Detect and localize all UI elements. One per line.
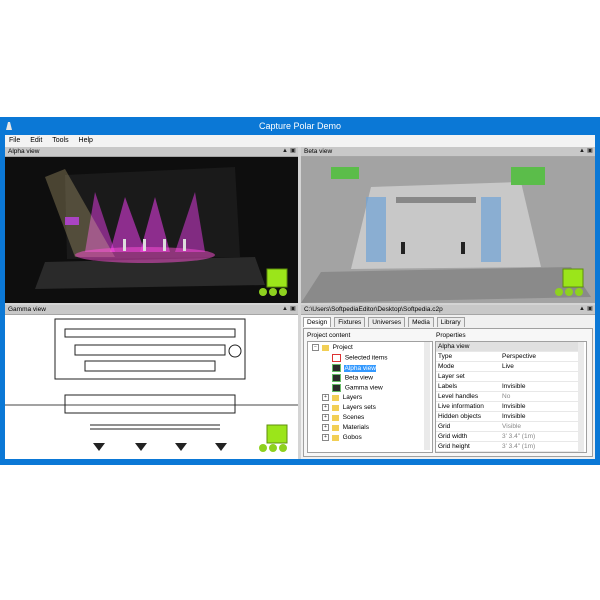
view-icon [332,384,341,392]
expand-icon[interactable]: + [322,414,329,421]
gamma-viewport[interactable] [5,315,298,459]
property-row[interactable]: Grid height 3' 3.4" (1m) [436,442,578,452]
alpha-viewport[interactable] [5,157,298,303]
tree-item-beta-view[interactable]: Beta view [332,374,373,383]
client-area: Alpha view ▲ ▣ Beta view ▲ ▣ Gamma view … [5,147,595,459]
tab-library[interactable]: Library [436,317,465,327]
properties-header: Properties [436,332,466,339]
cube-icon [555,268,584,296]
property-row[interactable]: Labels Invisible [436,382,578,392]
project-path: C:\Users\SoftpediaEditor\Desktop\Softped… [304,306,443,313]
properties-scrollbar[interactable] [578,342,584,452]
pin-icon[interactable]: ▲ [579,148,585,154]
tree-scrollbar[interactable] [424,342,430,450]
expand-icon[interactable]: + [322,394,329,401]
tree-item-alpha-view[interactable]: Alpha view [332,364,376,373]
tree-item-layers[interactable]: + Layers [322,394,362,402]
menu-file[interactable]: File [5,135,24,147]
view-icon [332,364,341,372]
tree-item-gobos[interactable]: + Gobos [322,434,362,442]
move-icon [555,288,563,296]
gamma-plan-render [5,315,298,459]
beta-view-label: Beta view [304,148,333,155]
folder-icon [331,394,339,401]
maximize-icon[interactable]: ▣ [587,306,593,312]
window-title: Capture Polar Demo [258,121,342,131]
tab-fixtures[interactable]: Fixtures [334,317,366,327]
tree-item-project[interactable]: − Project [312,344,353,352]
tab-universes[interactable]: Universes [368,317,406,327]
maximize-icon[interactable]: ▣ [290,148,296,154]
gamma-view-header: Gamma view ▲ ▣ [5,305,298,315]
tree-item-materials[interactable]: + Materials [322,424,369,432]
expand-icon[interactable]: + [322,424,329,431]
view-toolbar [553,265,587,299]
copy-icon [269,288,277,296]
property-row[interactable]: Layer set [436,372,578,382]
view-icon [332,374,341,382]
project-tree[interactable]: − Project Selected items Alpha view Beta… [307,341,433,453]
design-tab-panel: Project content Properties − Project Sel… [303,328,593,457]
property-row[interactable]: Camera [436,452,578,453]
folder-icon [331,414,339,421]
maximize-icon[interactable]: ▣ [587,148,593,154]
menu-bar: File Edit Tools Help [5,135,595,147]
project-content-header: Project content [307,332,351,339]
maximize-icon[interactable]: ▣ [290,306,296,312]
folder-icon [321,344,329,351]
menu-help[interactable]: Help [75,135,97,147]
pin-icon[interactable]: ▲ [579,306,585,312]
move-icon [259,444,267,452]
rotate-icon [279,288,287,296]
gamma-view-label: Gamma view [8,306,46,313]
alpha-stage-render [5,157,298,303]
project-tabs: Design Fixtures Universes Media Library [303,317,466,328]
app-window: Capture Polar Demo File Edit Tools Help … [0,117,600,465]
expand-icon[interactable]: + [322,434,329,441]
tree-item-layers-sets[interactable]: + Layers sets [322,404,376,412]
properties-title-row: Alpha view [436,342,578,352]
rotate-icon [279,444,287,452]
property-row[interactable]: Hidden objects Invisible [436,412,578,422]
cube-icon [259,424,288,452]
tree-item-gamma-view[interactable]: Gamma view [332,384,383,393]
property-row[interactable]: Grid width 3' 3.4" (1m) [436,432,578,442]
tab-design[interactable]: Design [303,317,332,327]
beta-view-header: Beta view ▲ ▣ [301,147,595,157]
folder-icon [331,404,339,411]
copy-icon [269,444,277,452]
folder-icon [331,434,339,441]
beta-viewport[interactable] [301,157,595,303]
pin-icon[interactable]: ▲ [282,306,288,312]
view-toolbar [257,265,291,299]
project-panel: Design Fixtures Universes Media Library … [301,315,595,459]
alpha-view-label: Alpha view [8,148,40,155]
collapse-icon[interactable]: − [312,344,319,351]
title-bar[interactable]: Capture Polar Demo [0,117,600,135]
pin-icon[interactable]: ▲ [282,148,288,154]
properties-grid[interactable]: Alpha view Type Perspective Mode Live Laye… [435,341,587,453]
property-row[interactable]: Grid Visible [436,422,578,432]
property-row[interactable]: Level handles No [436,392,578,402]
menu-edit[interactable]: Edit [26,135,46,147]
view-toolbar [257,421,291,455]
move-icon [259,288,267,296]
property-row[interactable]: Live information Invisible [436,402,578,412]
folder-icon [331,424,339,431]
expand-icon[interactable]: + [322,404,329,411]
property-row[interactable]: Mode Live [436,362,578,372]
alpha-view-header: Alpha view ▲ ▣ [5,147,298,157]
tab-media[interactable]: Media [408,317,434,327]
tree-item-scenes[interactable]: + Scenes [322,414,364,422]
cube-icon [259,268,288,296]
menu-tools[interactable]: Tools [48,135,72,147]
rotate-icon [575,288,583,296]
copy-icon [565,288,573,296]
project-panel-header: C:\Users\SoftpediaEditor\Desktop\Softped… [301,305,595,315]
tree-item-selected-items[interactable]: Selected items [332,354,387,363]
property-row[interactable]: Type Perspective [436,352,578,362]
selected-items-icon [332,354,341,362]
beta-stage-render [301,157,595,303]
